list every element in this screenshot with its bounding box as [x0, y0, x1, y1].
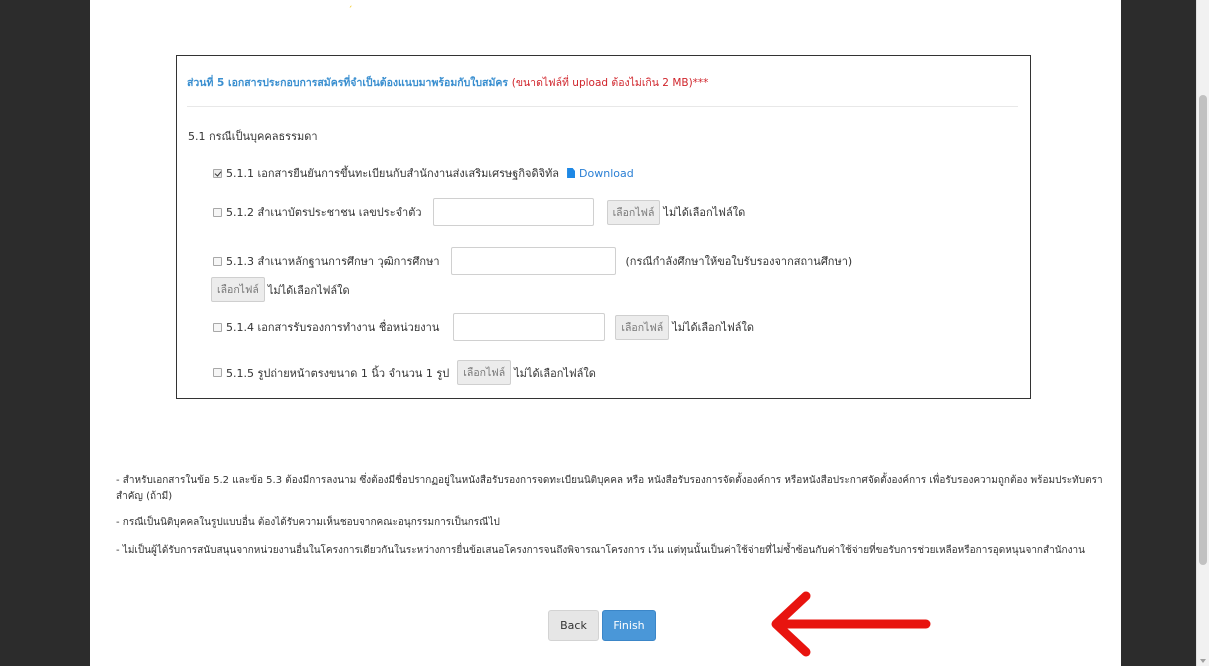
- individual-subheading: 5.1 กรณีเป็นบุคคลธรรมดา: [188, 130, 318, 143]
- document-icon[interactable]: [567, 168, 576, 178]
- section-title: ส่วนที่ 5 เอกสารประกอบการสมัครที่จำเป็นต…: [187, 74, 708, 91]
- back-button[interactable]: Back: [548, 610, 599, 641]
- choose-file-button-5-1-3[interactable]: เลือกไฟล์: [211, 277, 265, 302]
- file-size-note: (ขนาดไฟล์ที่ upload ต้องไม่เกิน 2 MB)***: [511, 77, 709, 89]
- checkbox-5-1-4[interactable]: [213, 322, 222, 332]
- study-hint: (กรณีกำลังศึกษาให้ขอใบรับรองจากสถานศึกษา…: [625, 255, 853, 268]
- doc-row-5-1-1: 5.1.1 เอกสารยืนยันการขึ้นทะเบียนกับสำนัก…: [213, 164, 634, 182]
- checkbox-5-1-2[interactable]: [213, 207, 222, 217]
- finish-button[interactable]: Finish: [602, 610, 656, 641]
- label-5-1-2: 5.1.2 สำเนาบัตรประชาชน เลขประจำตัว: [226, 206, 422, 219]
- scroll-down-arrow-icon[interactable]: [1200, 659, 1206, 663]
- doc-row-5-1-5: 5.1.5 รูปถ่ายหน้าตรงขนาด 1 นิ้ว จำนวน 1 …: [213, 360, 596, 385]
- note-other-entity: - กรณีเป็นนิติบุคคลในรูปแบบอื่น ต้องได้ร…: [116, 517, 500, 528]
- file-status-5-1-5: ไม่ได้เลือกไฟล์ใด: [514, 366, 596, 380]
- choose-file-button-5-1-4[interactable]: เลือกไฟล์: [615, 314, 670, 340]
- red-arrow-annotation: [771, 591, 931, 657]
- doc-row-5-1-3: 5.1.3 สำเนาหลักฐานการศึกษา วุฒิการศึกษา …: [213, 247, 852, 275]
- label-5-1-4: 5.1.4 เอกสารรับรองการทำงาน ชื่อหน่วยงาน: [226, 321, 440, 334]
- divider: [187, 106, 1018, 107]
- download-link[interactable]: Download: [579, 167, 634, 180]
- decorative-tick-icon: ´: [348, 6, 353, 16]
- checkbox-5-1-1[interactable]: [213, 168, 222, 178]
- documents-panel: ส่วนที่ 5 เอกสารประกอบการสมัครที่จำเป็นต…: [176, 55, 1031, 399]
- right-backdrop: [1121, 0, 1196, 666]
- doc-row-5-1-4: 5.1.4 เอกสารรับรองการทำงาน ชื่อหน่วยงาน …: [213, 313, 754, 341]
- note-legal-signature: - สำหรับเอกสารในข้อ 5.2 และข้อ 5.3 ต้องม…: [116, 475, 1103, 502]
- checkbox-5-1-5[interactable]: [213, 368, 222, 377]
- file-status-5-1-4: ไม่ได้เลือกไฟล์ใด: [672, 321, 755, 334]
- vertical-scrollbar[interactable]: [1196, 0, 1209, 666]
- workplace-input[interactable]: [453, 313, 606, 341]
- education-input[interactable]: [450, 247, 616, 275]
- note-no-duplicate-funding: - ไม่เป็นผู้ได้รับการสนับสนุนจากหน่วยงาน…: [116, 545, 1085, 556]
- choose-file-button-5-1-2[interactable]: เลือกไฟล์: [606, 199, 661, 225]
- choose-file-button-5-1-5[interactable]: เลือกไฟล์: [457, 360, 512, 385]
- label-5-1-1: 5.1.1 เอกสารยืนยันการขึ้นทะเบียนกับสำนัก…: [226, 167, 560, 180]
- file-status-5-1-3: ไม่ได้เลือกไฟล์ใด: [267, 283, 350, 297]
- left-backdrop: [0, 0, 90, 666]
- scrollbar-thumb[interactable]: [1199, 95, 1207, 565]
- doc-row-5-1-2: 5.1.2 สำเนาบัตรประชาชน เลขประจำตัว เลือก…: [213, 198, 745, 226]
- label-5-1-3: 5.1.3 สำเนาหลักฐานการศึกษา วุฒิการศึกษา: [226, 255, 440, 268]
- section-title-text: ส่วนที่ 5 เอกสารประกอบการสมัครที่จำเป็นต…: [187, 77, 509, 89]
- doc-row-5-1-3-file: เลือกไฟล์ ไม่ได้เลือกไฟล์ใด: [211, 277, 350, 302]
- checkbox-5-1-3[interactable]: [213, 256, 222, 266]
- label-5-1-5: 5.1.5 รูปถ่ายหน้าตรงขนาด 1 นิ้ว จำนวน 1 …: [226, 366, 450, 380]
- form-page: ´ ส่วนที่ 5 เอกสารประกอบการสมัครที่จำเป็…: [90, 0, 1121, 666]
- id-number-input[interactable]: [432, 198, 594, 226]
- file-status-5-1-2: ไม่ได้เลือกไฟล์ใด: [663, 206, 746, 219]
